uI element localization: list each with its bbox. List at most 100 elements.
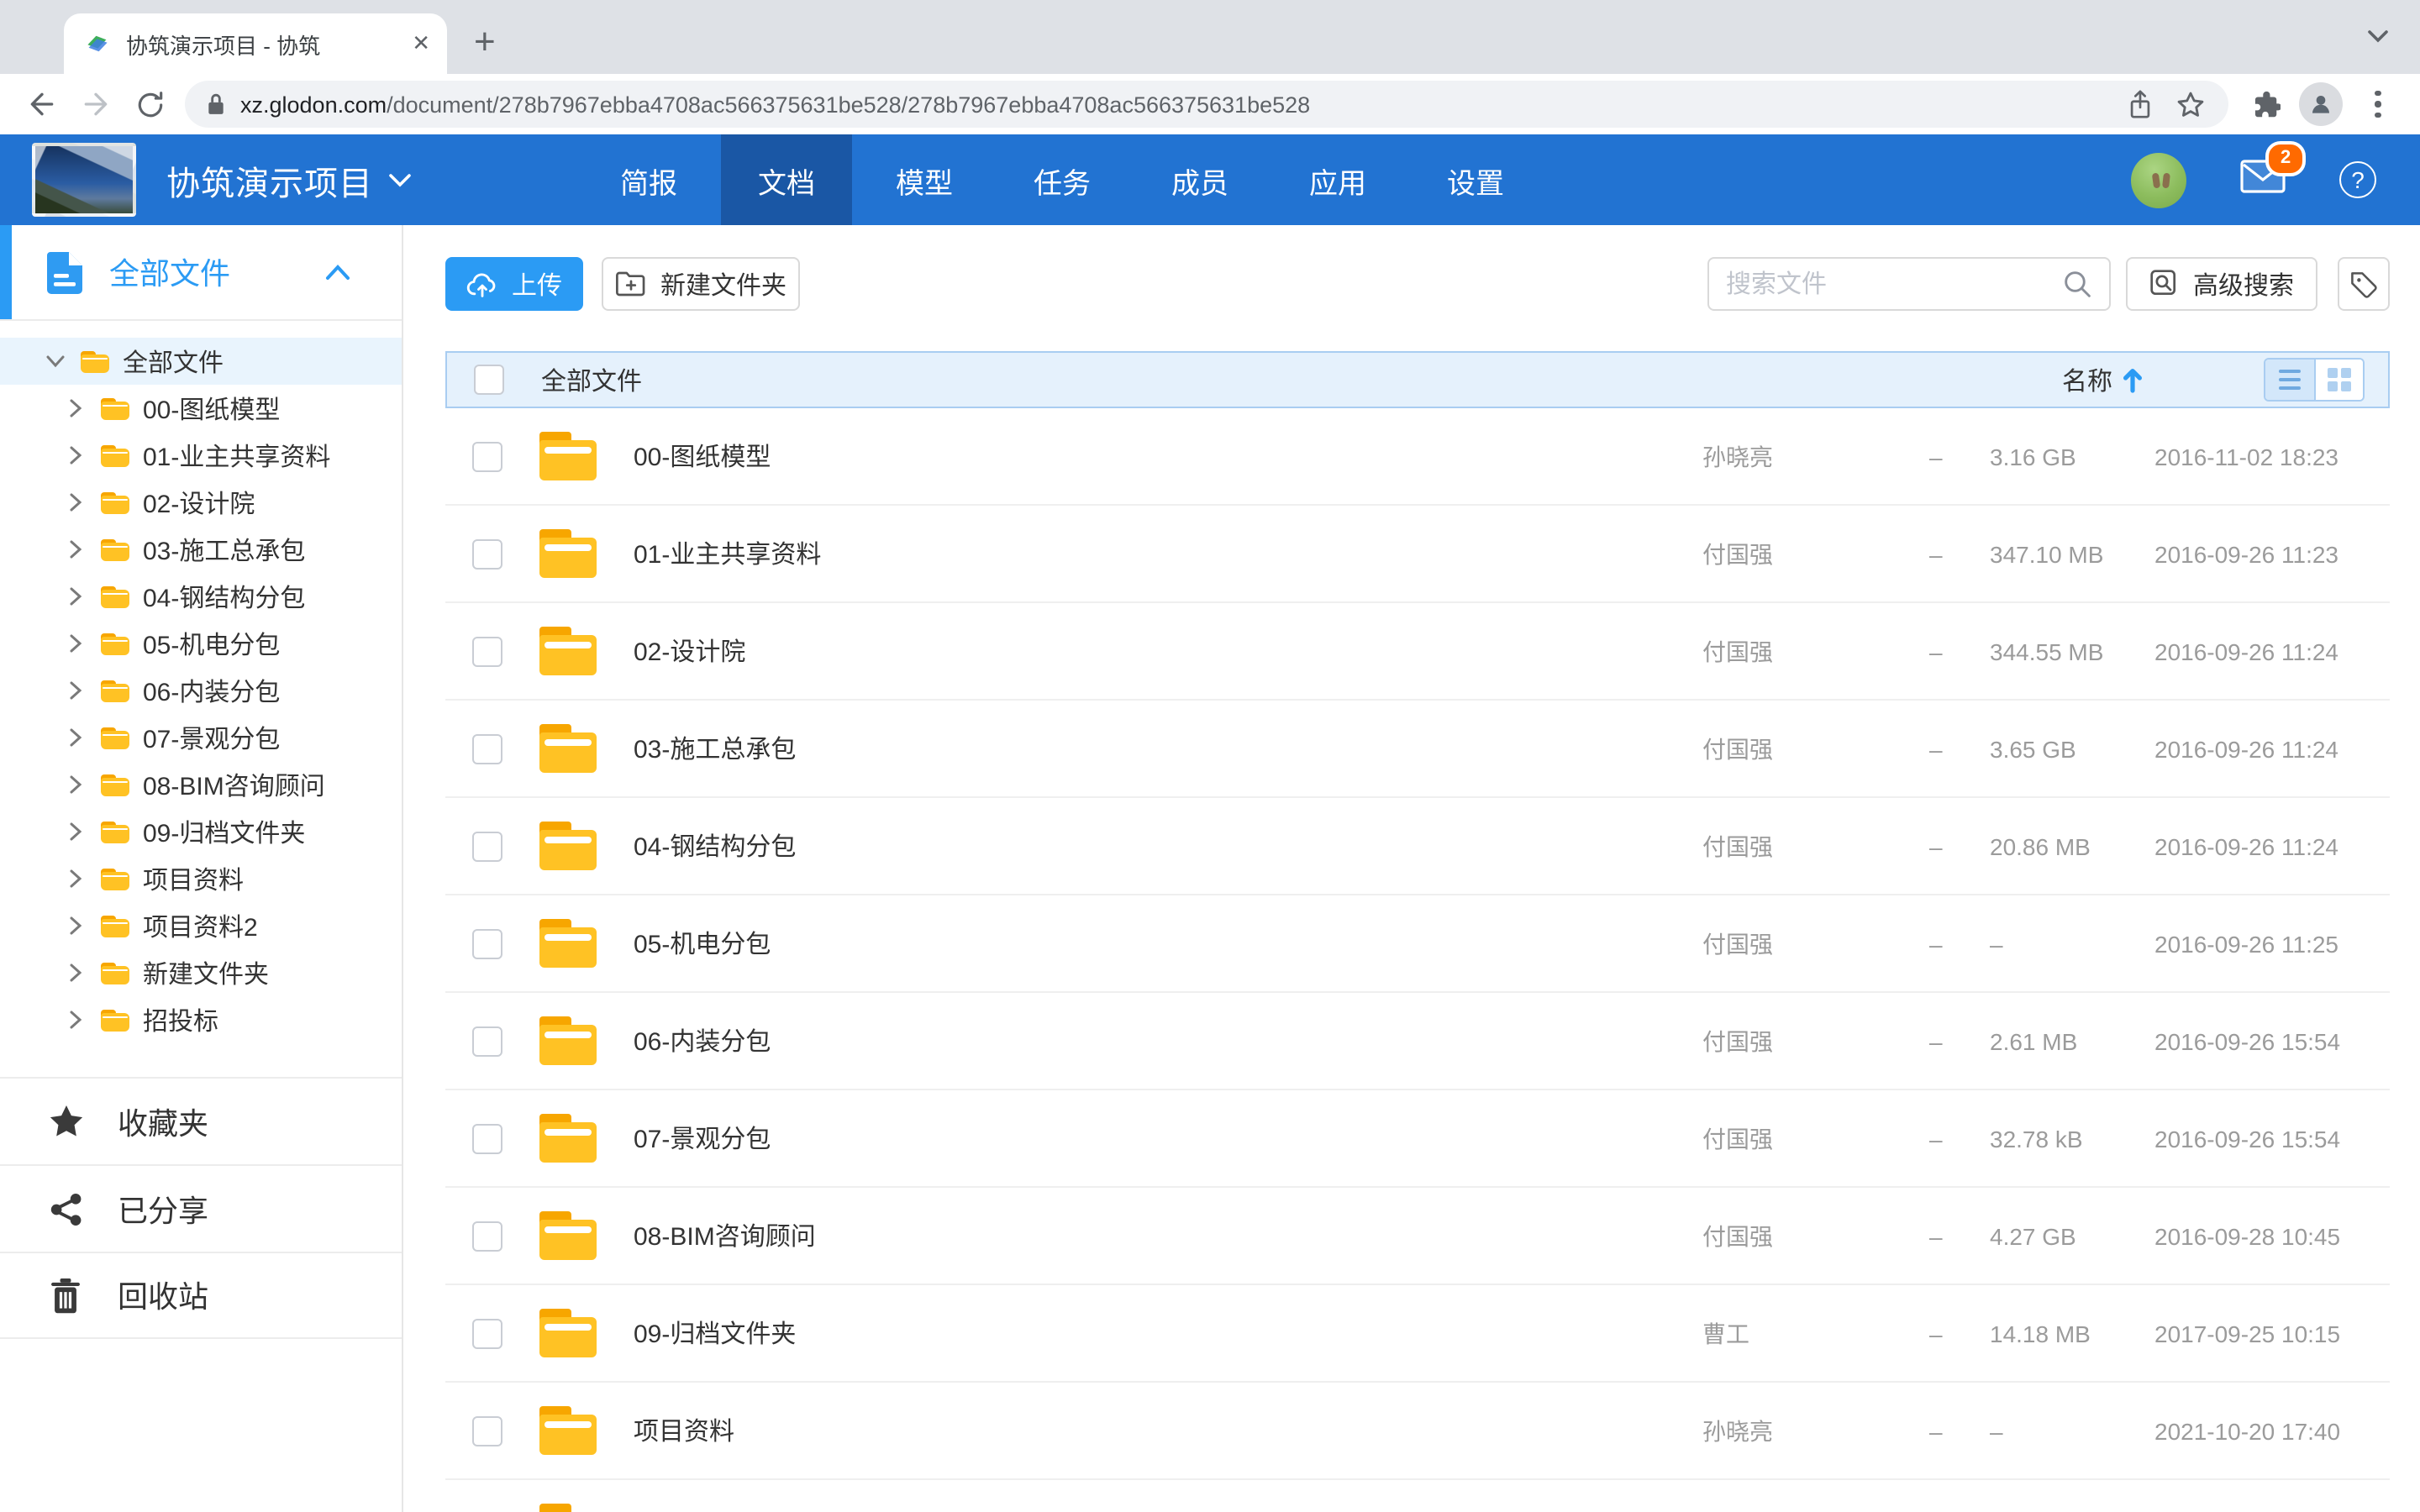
advanced-search-button[interactable]: 高级搜索 — [2126, 257, 2317, 311]
bookmark-star-icon[interactable] — [2171, 86, 2208, 123]
chevron-right-icon[interactable] — [64, 963, 87, 983]
file-name[interactable]: 08-BIM咨询顾问 — [634, 1218, 1702, 1253]
chevron-right-icon[interactable] — [64, 727, 87, 748]
tree-root-all-files[interactable]: 全部文件 — [0, 338, 402, 385]
file-name[interactable]: 00-图纸模型 — [634, 438, 1702, 474]
row-checkbox[interactable] — [472, 1026, 502, 1056]
tree-item[interactable]: 06-内装分包 — [0, 667, 402, 714]
chevron-right-icon[interactable] — [64, 774, 87, 795]
sidebar-item-favorites[interactable]: 收藏夹 — [0, 1077, 402, 1164]
row-checkbox[interactable] — [472, 1318, 502, 1348]
tree-item[interactable]: 04-钢结构分包 — [0, 573, 402, 620]
chevron-right-icon[interactable] — [64, 916, 87, 936]
sort-control[interactable]: 名称 — [2062, 362, 2143, 397]
tree-item[interactable]: 招投标 — [0, 996, 402, 1043]
tree-item[interactable]: 新建文件夹 — [0, 949, 402, 996]
chevron-down-icon[interactable] — [44, 354, 67, 368]
chevron-right-icon[interactable] — [64, 492, 87, 512]
table-row[interactable]: 项目资料 孙晓亮 – – 2021-10-20 17:40 — [445, 1383, 2390, 1480]
file-name[interactable]: 07-景观分包 — [634, 1121, 1702, 1156]
help-icon[interactable]: ? — [2339, 161, 2376, 198]
file-name[interactable]: 09-归档文件夹 — [634, 1315, 1702, 1351]
search-input[interactable] — [1726, 270, 2062, 298]
file-name[interactable]: 06-内装分包 — [634, 1023, 1702, 1058]
chevron-right-icon[interactable] — [64, 445, 87, 465]
chevron-right-icon[interactable] — [64, 586, 87, 606]
table-row[interactable]: 04-钢结构分包 付国强 – 20.86 MB 2016-09-26 11:24 — [445, 798, 2390, 895]
tree-item[interactable]: 02-设计院 — [0, 479, 402, 526]
nav-tab[interactable]: 设置 — [1410, 134, 1541, 225]
tree-item[interactable]: 项目资料2 — [0, 902, 402, 949]
tree-item[interactable]: 07-景观分包 — [0, 714, 402, 761]
row-checkbox[interactable] — [472, 928, 502, 958]
sidebar-section-all-files[interactable]: 全部文件 — [0, 225, 402, 321]
row-checkbox[interactable] — [472, 538, 502, 569]
chevron-right-icon[interactable] — [64, 680, 87, 701]
nav-tab[interactable]: 任务 — [997, 134, 1128, 225]
tree-item[interactable]: 00-图纸模型 — [0, 385, 402, 432]
row-checkbox[interactable] — [472, 1123, 502, 1153]
list-view-button[interactable] — [2265, 360, 2314, 400]
chevron-right-icon[interactable] — [64, 633, 87, 654]
upload-button[interactable]: 上传 — [445, 257, 583, 311]
file-name[interactable]: 01-业主共享资料 — [634, 536, 1702, 571]
chevron-right-icon[interactable] — [64, 1010, 87, 1030]
table-row[interactable]: 02-设计院 付国强 – 344.55 MB 2016-09-26 11:24 — [445, 603, 2390, 701]
forward-icon[interactable] — [77, 86, 114, 123]
chevron-right-icon[interactable] — [64, 398, 87, 418]
browser-tab[interactable]: 协筑演示项目 - 协筑 ✕ — [64, 13, 447, 74]
tag-button[interactable] — [2338, 257, 2390, 311]
url-bar[interactable]: xz.glodon.com/document/278b7967ebba4708a… — [185, 81, 2228, 128]
browser-profile-icon[interactable] — [2299, 82, 2343, 126]
share-icon[interactable] — [2121, 86, 2158, 123]
table-row[interactable]: 01-业主共享资料 付国强 – 347.10 MB 2016-09-26 11:… — [445, 506, 2390, 603]
tree-item[interactable]: 08-BIM咨询顾问 — [0, 761, 402, 808]
tree-item[interactable]: 01-业主共享资料 — [0, 432, 402, 479]
chevron-right-icon[interactable] — [64, 539, 87, 559]
grid-view-button[interactable] — [2314, 360, 2363, 400]
row-checkbox[interactable] — [472, 1415, 502, 1446]
row-checkbox[interactable] — [472, 441, 502, 471]
table-row[interactable]: 03-施工总承包 付国强 – 3.65 GB 2016-09-26 11:24 — [445, 701, 2390, 798]
chevron-right-icon[interactable] — [64, 822, 87, 842]
row-checkbox[interactable] — [472, 733, 502, 764]
file-name[interactable]: 05-机电分包 — [634, 926, 1702, 961]
nav-tab[interactable]: 成员 — [1134, 134, 1265, 225]
file-name[interactable]: 项目资料 — [634, 1413, 1702, 1448]
select-all-checkbox[interactable] — [474, 365, 504, 395]
table-row[interactable]: 09-归档文件夹 曹工 – 14.18 MB 2017-09-25 10:15 — [445, 1285, 2390, 1383]
project-switcher[interactable]: 协筑演示项目 — [166, 155, 412, 204]
new-folder-button[interactable]: 新建文件夹 — [602, 257, 800, 311]
file-name[interactable]: 02-设计院 — [634, 633, 1702, 669]
row-checkbox[interactable] — [472, 831, 502, 861]
table-row[interactable] — [445, 1480, 2390, 1512]
table-row[interactable]: 08-BIM咨询顾问 付国强 – 4.27 GB 2016-09-28 10:4… — [445, 1188, 2390, 1285]
nav-tab[interactable]: 简报 — [583, 134, 714, 225]
browser-menu-icon[interactable] — [2360, 86, 2396, 123]
tree-item[interactable]: 03-施工总承包 — [0, 526, 402, 573]
table-row[interactable]: 07-景观分包 付国强 – 32.78 kB 2016-09-26 15:54 — [445, 1090, 2390, 1188]
reload-icon[interactable] — [131, 86, 168, 123]
tab-close-icon[interactable]: ✕ — [412, 30, 430, 57]
file-name[interactable]: 03-施工总承包 — [634, 731, 1702, 766]
tree-item[interactable]: 项目资料 — [0, 855, 402, 902]
tree-item[interactable]: 09-归档文件夹 — [0, 808, 402, 855]
tab-search-chevron-icon[interactable] — [2366, 27, 2390, 44]
row-checkbox[interactable] — [472, 1221, 502, 1251]
extensions-puzzle-icon[interactable] — [2245, 86, 2282, 123]
chevron-up-icon[interactable] — [324, 264, 351, 281]
back-icon[interactable] — [24, 86, 60, 123]
table-row[interactable]: 05-机电分包 付国强 – – 2016-09-26 11:25 — [445, 895, 2390, 993]
sidebar-item-recycle-bin[interactable]: 回收站 — [0, 1252, 402, 1339]
row-checkbox[interactable] — [472, 636, 502, 666]
file-name[interactable]: 04-钢结构分包 — [634, 828, 1702, 864]
table-row[interactable]: 06-内装分包 付国强 – 2.61 MB 2016-09-26 15:54 — [445, 993, 2390, 1090]
user-avatar[interactable] — [2131, 152, 2186, 207]
sidebar-item-shared[interactable]: 已分享 — [0, 1164, 402, 1252]
nav-tab[interactable]: 应用 — [1272, 134, 1403, 225]
nav-tab[interactable]: 模型 — [859, 134, 990, 225]
table-row[interactable]: 00-图纸模型 孙晓亮 – 3.16 GB 2016-11-02 18:23 — [445, 408, 2390, 506]
search-icon[interactable] — [2062, 269, 2092, 299]
new-tab-button[interactable]: + — [474, 24, 496, 60]
chevron-right-icon[interactable] — [64, 869, 87, 889]
